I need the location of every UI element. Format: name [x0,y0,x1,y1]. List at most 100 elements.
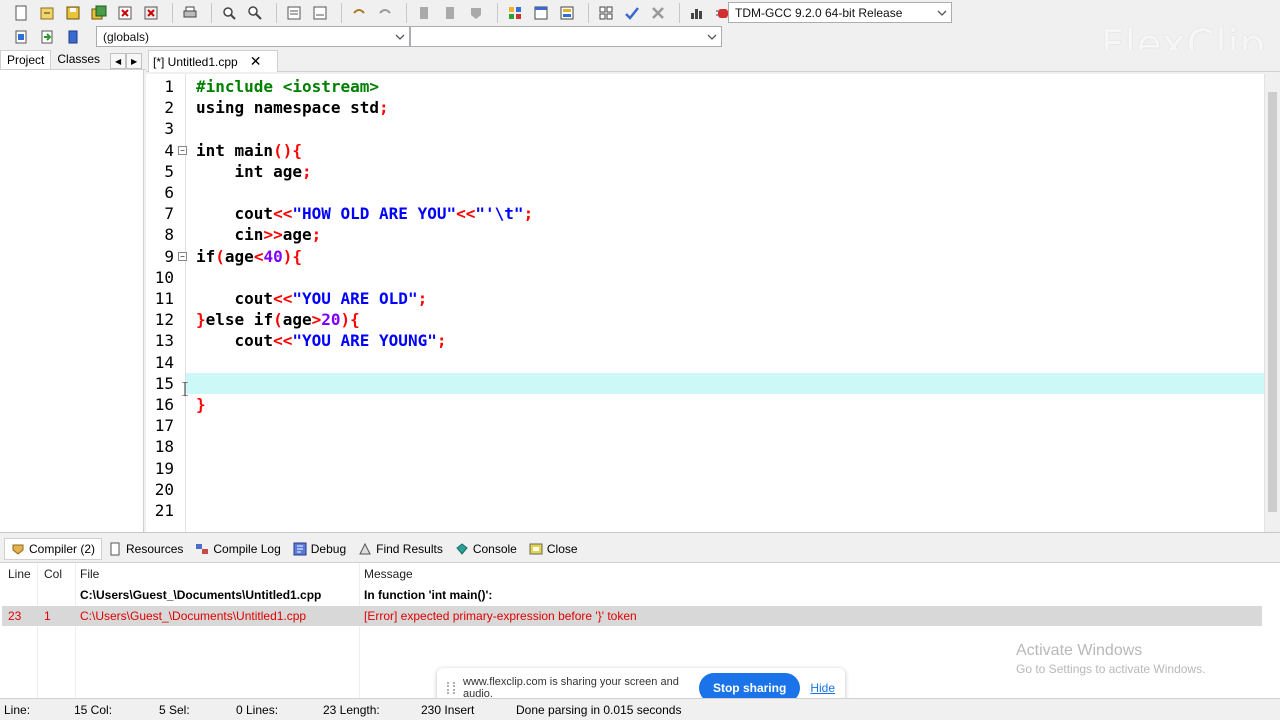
options-button[interactable] [595,2,617,24]
compiler-select-value: TDM-GCC 9.2.0 64-bit Release [735,5,903,20]
hide-link[interactable]: Hide [810,681,835,695]
code-line[interactable] [186,415,1266,436]
activate-title: Activate Windows [1016,642,1143,659]
code-line[interactable]: cout<<"HOW OLD ARE YOU"<<"'\t"; [186,203,1266,224]
code-line[interactable]: #include <iostream> [186,76,1266,97]
unindent-icon [313,6,327,20]
code-line[interactable] [186,372,1266,394]
save-all-button[interactable] [88,2,110,24]
unindent-button[interactable] [309,2,331,24]
editor-scrollbar[interactable] [1264,74,1280,532]
goto-icon [41,30,53,44]
code-line[interactable] [186,267,1266,288]
code-line[interactable] [186,458,1266,479]
code-area[interactable]: #include <iostream> using namespace std; i… [186,74,1266,532]
symbol-select[interactable] [410,26,722,47]
tab-close[interactable]: Close [523,538,584,560]
cross-button[interactable] [647,2,669,24]
compiler-select[interactable]: TDM-GCC 9.2.0 64-bit Release [728,2,952,23]
project-panel-tabs: Project Classes ◀ ▶ [0,50,146,70]
tab-compile-log[interactable]: Compile Log [189,538,286,560]
line-number: 5 [164,161,174,181]
project-button[interactable] [556,2,578,24]
line-number: 21 [154,501,174,520]
editor-scrollbar-thumb[interactable] [1268,92,1277,512]
check-button[interactable] [621,2,643,24]
chevron-down-icon [937,10,947,16]
tab-classes[interactable]: Classes [51,50,106,69]
drag-handle-icon[interactable] [447,682,455,694]
tab-debug[interactable]: Debug [287,538,352,560]
window-icon [534,6,548,20]
table-row-error[interactable]: 23 1 C:\Users\Guest_\Documents\Untitled1… [2,606,1262,626]
status-line: Line: [4,703,31,717]
new-file-button[interactable] [10,2,32,24]
line-number: 11 [154,289,174,308]
print-button[interactable] [179,2,201,24]
find-icon [223,7,236,20]
class-browser-button[interactable] [10,26,32,48]
tab-project[interactable]: Project [0,50,52,69]
code-line[interactable]: } [186,394,1266,415]
code-line[interactable]: cin>>age; [186,224,1266,245]
row-message: [Error] expected primary-expression befo… [364,609,637,623]
header-line[interactable]: Line [8,567,31,581]
close-all-button[interactable] [140,2,162,24]
row-file: C:\Users\Guest_\Documents\Untitled1.cpp [80,588,322,602]
bookmark-prev-button[interactable] [413,2,435,24]
code-line[interactable]: int main(){ [186,140,1266,161]
code-line[interactable] [186,182,1266,203]
scope-select[interactable]: (globals) [96,26,410,47]
bookmark-next-icon [446,7,454,19]
code-line[interactable] [186,436,1266,457]
grid-button[interactable] [504,2,526,24]
bookmark-next-button[interactable] [439,2,461,24]
tab-scroll-left-icon[interactable]: ◀ [110,53,127,69]
panel-splitter[interactable] [0,532,1280,536]
tab-find-results[interactable]: Find Results [352,538,449,560]
save-all-icon [91,5,107,20]
code-line[interactable]: cout<<"YOU ARE OLD"; [186,288,1266,309]
header-message[interactable]: Message [364,567,413,581]
column-divider [359,563,360,699]
save-button[interactable] [62,2,84,24]
window-button[interactable] [530,2,552,24]
find-button[interactable] [218,2,240,24]
code-line[interactable] [186,118,1266,139]
close-tab-icon[interactable]: ✕ [250,53,262,70]
code-line[interactable] [186,479,1266,500]
project-tree[interactable] [0,70,144,532]
insert-button[interactable] [62,26,84,48]
activate-subtitle: Go to Settings to activate Windows. [1016,662,1206,676]
replace-button[interactable] [244,2,266,24]
undo-icon [353,9,365,14]
chart-button[interactable] [686,2,708,24]
line-number: 7 [164,204,174,224]
code-line[interactable]: cout<<"YOU ARE YOUNG"; [186,330,1266,351]
code-line[interactable]: using namespace std; [186,97,1266,118]
close-icon [118,6,132,20]
header-file[interactable]: File [80,567,99,581]
indent-button[interactable] [283,2,305,24]
header-col[interactable]: Col [44,567,62,581]
goto-button[interactable] [36,26,58,48]
tab-compiler[interactable]: Compiler (2) [4,538,103,560]
code-editor[interactable]: 1 2 3 4−5 6 7 8 9−10 11 12 13 14 15 16 17 18 19 20 21 #inc… [146,74,1280,532]
code-line[interactable]: int age; [186,161,1266,182]
code-line[interactable] [186,352,1266,373]
tab-resources[interactable]: Resources [102,538,189,560]
toggle-bookmark-button[interactable] [465,2,487,24]
redo-button[interactable] [374,2,396,24]
table-row[interactable]: C:\Users\Guest_\Documents\Untitled1.cpp … [2,585,1262,605]
tab-console[interactable]: Console [449,538,523,560]
line-number: 19 [154,458,174,478]
tab-scroll-right-icon[interactable]: ▶ [126,53,143,69]
code-line[interactable]: }else if(age>20){ [186,309,1266,330]
code-line[interactable]: if(age<40){ [186,246,1266,267]
editor-tab-untitled1[interactable]: [*] Untitled1.cpp ✕ [148,50,278,72]
code-line[interactable] [186,500,1266,521]
undo-button[interactable] [348,2,370,24]
open-file-button[interactable] [36,2,58,24]
tab-scroll-arrows: ◀ ▶ [110,53,143,69]
close-button[interactable] [114,2,136,24]
